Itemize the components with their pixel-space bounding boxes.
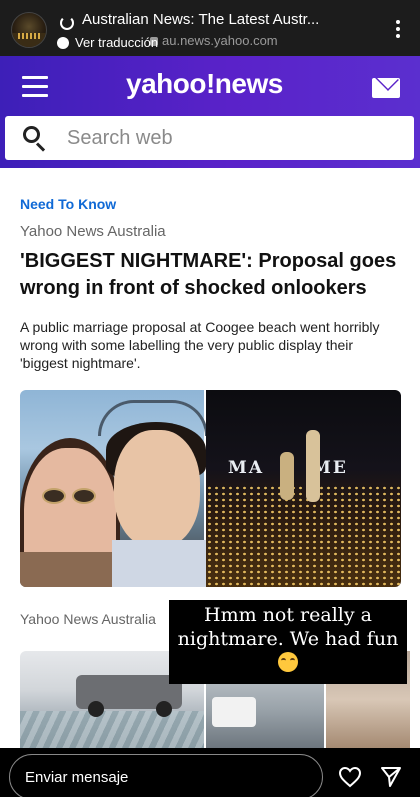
avatar[interactable] (11, 12, 47, 48)
kneeling-person-shape (280, 452, 295, 500)
candle-lights (206, 485, 401, 587)
avatar-lights (18, 33, 42, 39)
article-summary: A public marriage proposal at Coogee bea… (20, 319, 380, 371)
shirt-shape (112, 540, 212, 587)
page-url-text: au.news.yahoo.com (162, 33, 278, 48)
couple-photo (20, 390, 212, 587)
section-tag[interactable]: Need To Know (20, 196, 116, 212)
sunglasses-shape (42, 488, 102, 504)
mail-icon[interactable] (372, 78, 400, 98)
hamburger-menu-icon[interactable] (22, 76, 48, 97)
heart-icon[interactable] (338, 766, 362, 788)
story-caption: Hmm not really a nightmare. We had fun (169, 600, 407, 684)
reply-bar (0, 748, 420, 797)
proposal-photo: MA ME (206, 390, 401, 587)
translate-icon (57, 36, 69, 49)
article-image[interactable]: MA ME (20, 390, 401, 587)
search-box[interactable] (5, 116, 414, 160)
translate-button[interactable]: Ver traducción (57, 35, 158, 50)
next-article-source: Yahoo News Australia (20, 611, 156, 627)
yahoo-header: yahoo!news (0, 56, 420, 168)
search-icon (23, 126, 47, 152)
story-top-bar: Australian News: The Latest Austr... au.… (0, 0, 420, 56)
wheel-shape (156, 701, 172, 717)
send-icon[interactable] (380, 766, 402, 788)
car-shape (212, 697, 256, 727)
laughing-emoji-icon (278, 652, 298, 672)
article-source: Yahoo News Australia (20, 223, 166, 240)
fence-shape (20, 711, 204, 748)
standing-person-shape (306, 430, 321, 502)
more-vertical-icon[interactable] (396, 20, 402, 40)
caption-line-2: nightmare. We had fun (177, 628, 399, 650)
man-face-shape (114, 430, 200, 548)
message-input[interactable] (9, 754, 323, 797)
caption-line-1: Hmm not really a (204, 604, 372, 626)
wheel-shape (88, 701, 104, 717)
article-headline[interactable]: 'BIGGEST NIGHTMARE': Proposal goes wrong… (20, 248, 400, 302)
search-input[interactable] (67, 126, 367, 150)
page-title: Australian News: The Latest Austr... (82, 11, 320, 28)
yahoo-news-logo[interactable]: yahoo!news (126, 68, 283, 100)
page-url: au.news.yahoo.com (150, 33, 278, 48)
translate-label: Ver traducción (75, 35, 159, 50)
refresh-icon[interactable] (60, 16, 74, 30)
sign-left: MA (228, 458, 265, 478)
